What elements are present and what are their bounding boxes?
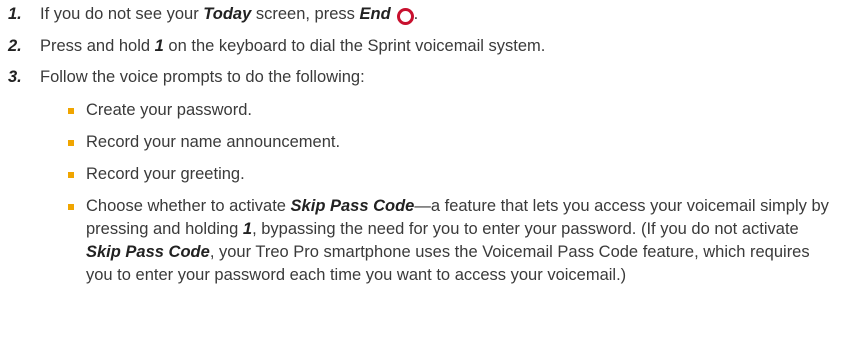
key-1-label: 1 — [154, 37, 164, 55]
step-number: 2. — [8, 37, 22, 55]
list-item-skip-pass-code: Choose whether to activate Skip Pass Cod… — [68, 195, 837, 287]
step-number: 1. — [8, 5, 22, 23]
text-segment: on the keyboard to dial the Sprint voice… — [163, 37, 546, 55]
list-item: Record your greeting. — [68, 163, 837, 186]
bullet-icon — [68, 108, 74, 114]
list-item-text: Record your name announcement. — [86, 133, 341, 151]
step-text: If you do not see your Today screen, pre… — [40, 3, 418, 25]
end-key-label: End — [359, 5, 391, 23]
end-key-icon — [396, 8, 414, 25]
list-item: Record your name announcement. — [68, 131, 837, 154]
step-text: Press and hold 1 on the keyboard to dial… — [40, 35, 545, 57]
text-segment: , bypassing the need for you to enter yo… — [252, 220, 799, 238]
today-screen-label: Today — [203, 5, 252, 23]
text-segment: . — [413, 5, 419, 23]
list-item-text: Create your password. — [86, 101, 252, 119]
text-segment: If you do not see your — [40, 5, 204, 23]
bullet-icon — [68, 140, 74, 146]
list-item-text: Record your greeting. — [86, 165, 245, 183]
list-item-text: Choose whether to activate Skip Pass Cod… — [86, 195, 837, 287]
step-text: Follow the voice prompts to do the follo… — [40, 68, 365, 86]
bullet-icon — [68, 204, 74, 210]
list-item: Create your password. — [68, 99, 837, 122]
key-1-label: 1 — [242, 220, 253, 238]
skip-pass-code-label: Skip Pass Code — [290, 197, 415, 215]
text-segment: screen, press — [251, 5, 360, 23]
instructions-document: 1. If you do not see your Today screen, … — [0, 0, 859, 341]
text-segment: Choose whether to activate — [86, 197, 291, 215]
step-1: 1. If you do not see your Today screen, … — [8, 3, 839, 25]
skip-pass-code-label: Skip Pass Code — [86, 243, 210, 261]
text-segment: Press and hold — [40, 37, 155, 55]
step-number: 3. — [8, 68, 22, 86]
bullet-icon — [68, 172, 74, 178]
step-2: 2. Press and hold 1 on the keyboard to d… — [8, 35, 839, 57]
step-3: 3. Follow the voice prompts to do the fo… — [8, 66, 839, 88]
